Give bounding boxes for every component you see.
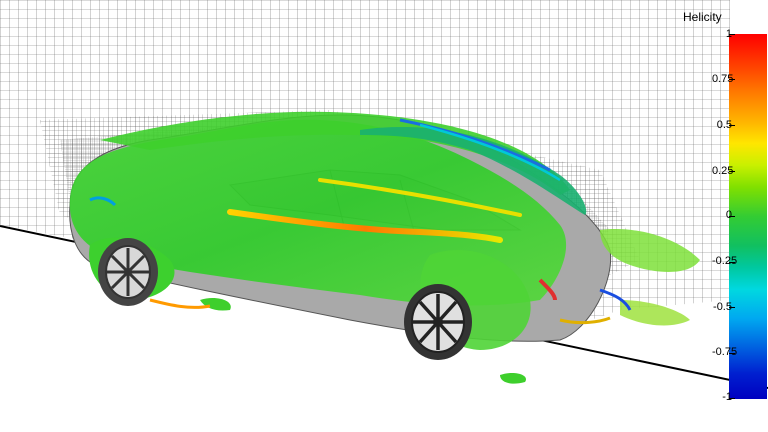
colorbar-tick-mark — [729, 353, 735, 354]
colorbar-tick-mark — [729, 171, 735, 172]
colorbar-tick-mark — [729, 216, 735, 217]
front-wheel — [98, 238, 158, 306]
colorbar-tick-mark — [729, 34, 735, 35]
colorbar-tick-mark — [729, 262, 735, 263]
colorbar-tick-mark — [729, 79, 735, 80]
colorbar-tick-mark — [729, 398, 735, 399]
colorbar-tick-label: -1 — [722, 391, 732, 403]
cfd-visualization — [0, 0, 768, 389]
colorbar-tick-label: 0 — [725, 209, 732, 221]
colorbar-title: Helicity — [683, 10, 722, 24]
colorbar-tick-label: -0.75 — [712, 346, 738, 358]
colorbar-tick-mark — [729, 307, 735, 308]
colorbar-tick-mark — [729, 125, 735, 126]
colorbar-tick-label: -0.25 — [712, 255, 738, 267]
rear-wheel — [404, 284, 472, 360]
